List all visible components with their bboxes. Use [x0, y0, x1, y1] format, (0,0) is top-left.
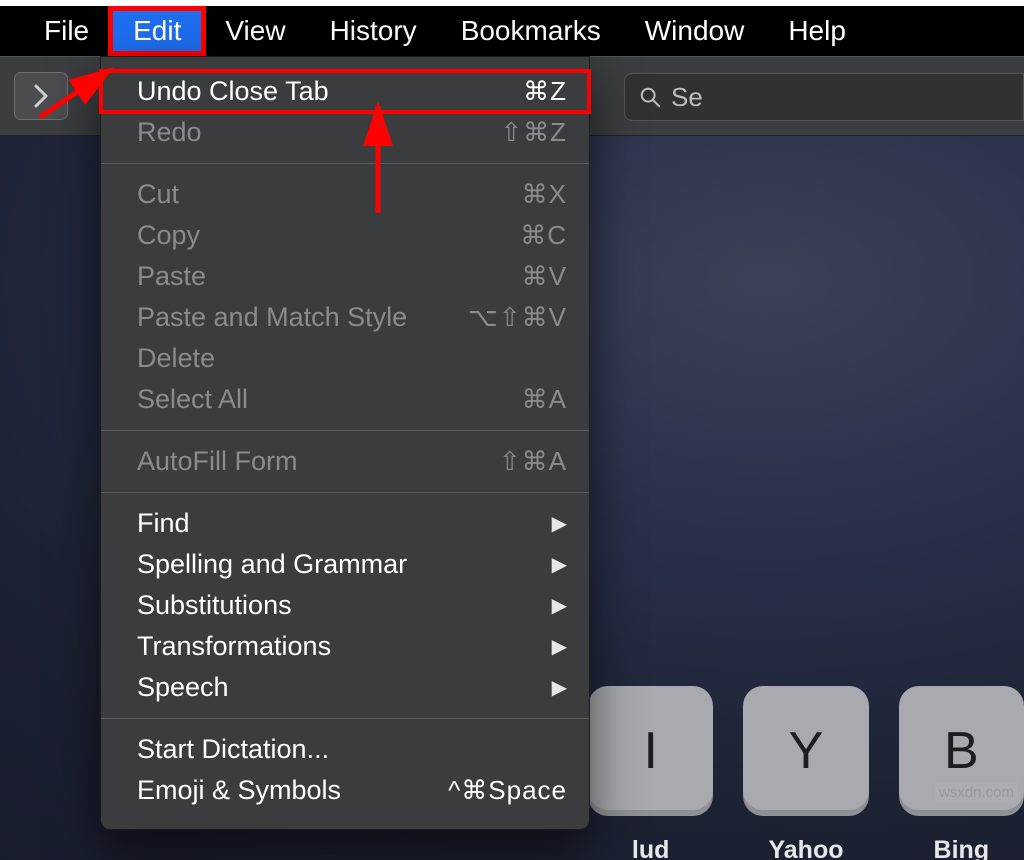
menu-item-delete: Delete — [101, 338, 589, 379]
menu-item-shortcut: ⇧⌘Z — [500, 117, 567, 148]
menu-item-label: Spelling and Grammar — [137, 549, 407, 580]
menu-item-label: Find — [137, 508, 190, 539]
menubar-item-window[interactable]: Window — [623, 9, 767, 53]
menu-item-label: Cut — [137, 179, 179, 210]
menubar-item-help[interactable]: Help — [766, 9, 868, 53]
menu-item-start-dictation[interactable]: Start Dictation... — [101, 729, 589, 770]
menu-item-undo-close-tab[interactable]: Undo Close Tab ⌘Z — [101, 71, 589, 112]
keyboard-key[interactable]: Y — [743, 686, 868, 816]
submenu-arrow-icon: ▶ — [552, 593, 567, 618]
menu-item-paste-and-match-style: Paste and Match Style ⌥⇧⌘V — [101, 297, 589, 338]
menu-item-label: Copy — [137, 220, 200, 251]
menu-item-label: Undo Close Tab — [137, 76, 329, 107]
menu-item-label: Transformations — [137, 631, 331, 662]
search-placeholder: Se — [671, 82, 703, 113]
menu-item-label: Emoji & Symbols — [137, 775, 341, 806]
forward-button[interactable] — [14, 72, 68, 120]
menubar-item-view[interactable]: View — [203, 9, 307, 53]
menu-item-shortcut: ⌘Z — [523, 76, 567, 107]
menu-item-redo: Redo ⇧⌘Z — [101, 112, 589, 153]
menu-item-cut: Cut ⌘X — [101, 174, 589, 215]
menubar-item-bookmarks[interactable]: Bookmarks — [439, 9, 623, 53]
submenu-arrow-icon: ▶ — [552, 675, 567, 700]
menu-item-shortcut: ⌥⇧⌘V — [468, 302, 567, 333]
menubar: FileEditViewHistoryBookmarksWindowHelp — [0, 6, 1024, 56]
key-label: Bing — [899, 836, 1024, 860]
menu-item-shortcut: ⌘X — [522, 179, 567, 210]
search-field[interactable]: Se — [624, 73, 1024, 121]
menubar-item-history[interactable]: History — [308, 9, 439, 53]
key-label: Yahoo — [743, 836, 868, 860]
menubar-item-edit[interactable]: Edit — [111, 9, 203, 53]
menu-item-speech[interactable]: Speech ▶ — [101, 667, 589, 708]
menu-item-shortcut: ⌘V — [522, 261, 567, 292]
submenu-arrow-icon: ▶ — [552, 552, 567, 577]
menu-item-select-all: Select All ⌘A — [101, 379, 589, 420]
menu-item-label: AutoFill Form — [137, 446, 298, 477]
menu-item-autofill-form: AutoFill Form ⇧⌘A — [101, 441, 589, 482]
menubar-item-file[interactable]: File — [22, 9, 111, 53]
menu-item-label: Speech — [137, 672, 229, 703]
submenu-arrow-icon: ▶ — [552, 634, 567, 659]
menu-item-label: Paste and Match Style — [137, 302, 407, 333]
menu-item-label: Start Dictation... — [137, 734, 329, 765]
menu-item-label: Substitutions — [137, 590, 292, 621]
menu-item-label: Redo — [137, 117, 202, 148]
edit-menu-dropdown: Undo Close Tab ⌘Z Redo ⇧⌘Z Cut ⌘X Copy ⌘C Paste ⌘… — [100, 56, 590, 830]
menu-item-label: Paste — [137, 261, 206, 292]
menu-item-shortcut: ⌘A — [522, 384, 567, 415]
key-label: lud — [588, 836, 713, 860]
menu-separator — [101, 163, 589, 164]
menu-item-spelling-and-grammar[interactable]: Spelling and Grammar ▶ — [101, 544, 589, 585]
watermark: wsxdn.com — [935, 782, 1018, 803]
search-icon — [639, 86, 661, 108]
menu-item-shortcut: ⇧⌘A — [499, 446, 567, 477]
menu-item-substitutions[interactable]: Substitutions ▶ — [101, 585, 589, 626]
submenu-arrow-icon: ▶ — [552, 511, 567, 536]
menu-item-paste: Paste ⌘V — [101, 256, 589, 297]
menu-item-shortcut: ^⌘Space — [448, 775, 567, 806]
menu-separator — [101, 718, 589, 719]
menu-item-label: Delete — [137, 343, 215, 374]
menu-separator — [101, 492, 589, 493]
chevron-right-icon — [33, 84, 49, 108]
menu-item-copy: Copy ⌘C — [101, 215, 589, 256]
keyboard-key[interactable]: I — [588, 686, 713, 816]
menu-item-shortcut: ⌘C — [520, 220, 567, 251]
menu-item-emoji-symbols[interactable]: Emoji & Symbols ^⌘Space — [101, 770, 589, 811]
menu-item-find[interactable]: Find ▶ — [101, 503, 589, 544]
menu-item-label: Select All — [137, 384, 248, 415]
menu-separator — [101, 430, 589, 431]
menu-item-transformations[interactable]: Transformations ▶ — [101, 626, 589, 667]
